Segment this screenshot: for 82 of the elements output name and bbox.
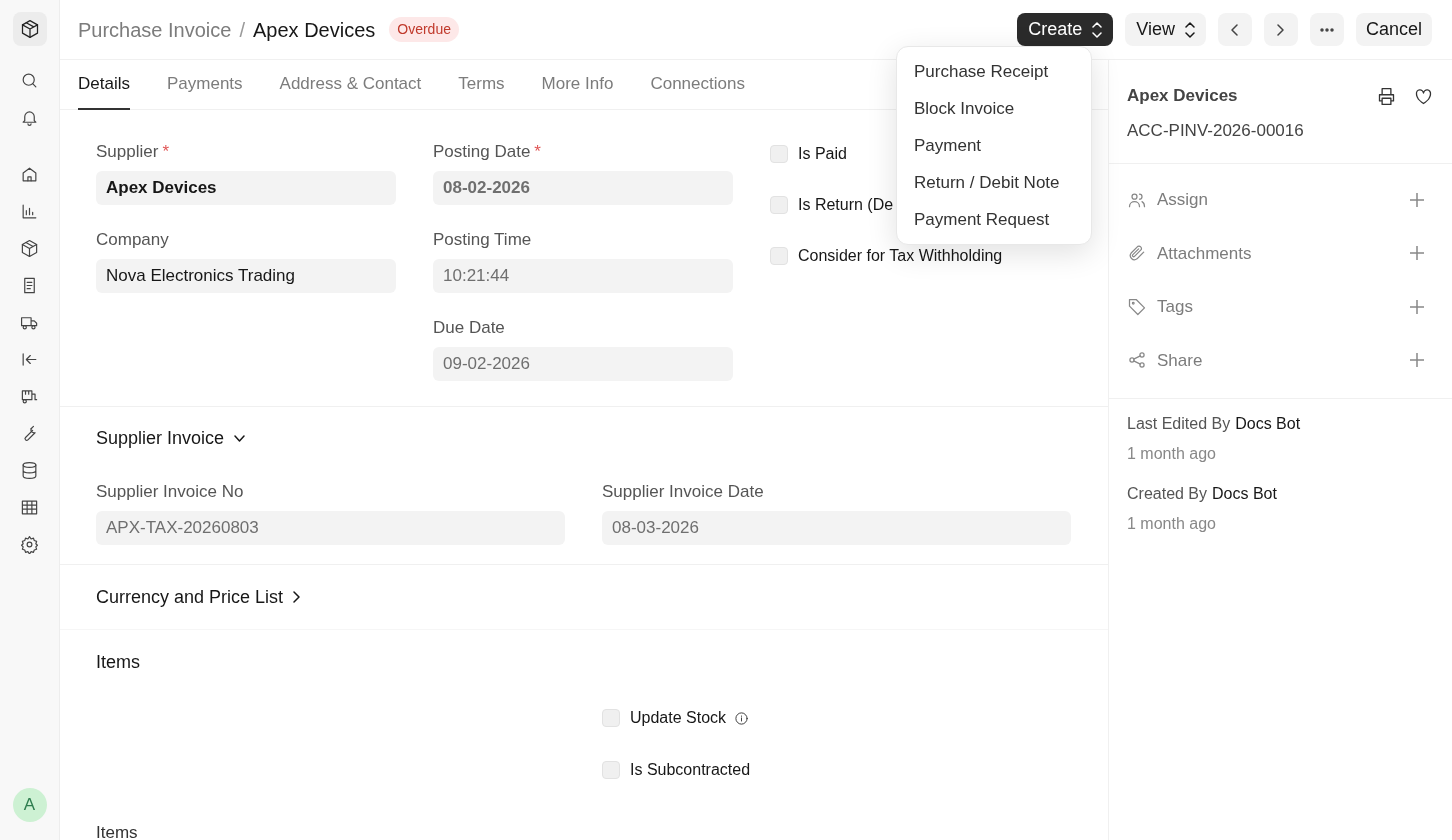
tab[interactable]: Terms (458, 60, 505, 110)
activity-label: Created By (1127, 484, 1208, 504)
checkbox-label: Is Paid (798, 144, 847, 164)
activity-label: Last Edited By (1127, 414, 1231, 434)
app-logo[interactable] (12, 12, 47, 46)
tag-icon (1127, 296, 1147, 317)
cube-icon[interactable] (20, 239, 39, 258)
checkbox-label: Consider for Tax Withholding (798, 246, 1003, 266)
field-label: Supplier Invoice No (96, 482, 244, 502)
page-title: Apex Devices (253, 17, 376, 43)
input-field[interactable]: 09-02-2026 (433, 347, 733, 381)
table-icon[interactable] (20, 498, 39, 517)
timestamp: 1 month ago (1127, 444, 1217, 464)
required-mark: * (534, 142, 541, 162)
home-icon[interactable] (20, 165, 39, 184)
status-badge: Overdue (389, 17, 459, 42)
more-icon (1319, 27, 1334, 32)
chevron-left-icon (1231, 23, 1239, 36)
create-button[interactable]: Create (1017, 13, 1114, 46)
cancel-button[interactable]: Cancel (1355, 13, 1432, 46)
tab[interactable]: Details (78, 60, 130, 110)
attribute-label[interactable]: Assign (1157, 187, 1410, 213)
search-icon[interactable] (20, 71, 39, 90)
attribute-label[interactable]: Attachments (1157, 240, 1410, 266)
checkbox[interactable] (770, 196, 788, 214)
input-field[interactable]: 10:21:44 (433, 259, 733, 293)
timestamp: 1 month ago (1127, 514, 1217, 534)
attribute-label[interactable]: Share (1157, 347, 1410, 373)
chevron-updown-icon (1092, 21, 1103, 38)
printer-icon[interactable] (1376, 85, 1397, 107)
menu-item[interactable]: Return / Debit Note (897, 164, 1091, 201)
user-name[interactable]: Docs Bot (1212, 483, 1277, 505)
input-field[interactable]: Nova Electronics Trading (96, 259, 396, 293)
input-field[interactable]: 08-02-2026 (433, 171, 733, 205)
next-button[interactable] (1263, 13, 1298, 46)
checkbox[interactable] (602, 761, 620, 779)
checkbox[interactable] (770, 145, 788, 163)
input-field[interactable]: APX-TAX-20260803 (96, 511, 565, 545)
more-button[interactable] (1309, 13, 1344, 46)
section-title[interactable]: Currency and Price List (96, 583, 284, 611)
share-icon (1127, 350, 1147, 371)
field-label: Due Date (433, 318, 505, 338)
field-label: Items (96, 822, 139, 840)
checkbox[interactable] (602, 709, 620, 727)
document-id: ACC-PINV-2026-00016 (1127, 120, 1305, 142)
view-button[interactable]: View (1125, 13, 1206, 46)
menu-item[interactable]: Payment Request (897, 201, 1091, 238)
previous-button[interactable] (1217, 13, 1252, 46)
breadcrumb-separator: / (239, 17, 245, 43)
input-field[interactable]: Apex Devices (96, 171, 396, 205)
tab[interactable]: Connections (650, 60, 745, 110)
arrow-left-bar-icon[interactable] (20, 350, 39, 369)
required-mark: * (162, 142, 169, 162)
field-label: Supplier Invoice Date (602, 482, 764, 502)
breadcrumb-link[interactable]: Purchase Invoice (78, 14, 232, 45)
menu-item[interactable]: Payment (897, 127, 1091, 164)
bar-chart-icon[interactable] (20, 202, 39, 221)
menu-item[interactable]: Block Invoice (897, 90, 1091, 127)
bell-icon[interactable] (20, 108, 39, 127)
chevron-updown-icon (1184, 21, 1195, 38)
attribute-label[interactable]: Tags (1157, 294, 1410, 320)
field-label: Posting Time (433, 230, 532, 250)
database-icon[interactable] (20, 461, 39, 480)
tab[interactable]: Address & Contact (279, 60, 422, 110)
settings-icon[interactable] (20, 535, 39, 554)
menu-item[interactable]: Purchase Receipt (897, 53, 1091, 90)
checkbox-label: Is Return (De (798, 195, 894, 215)
tab[interactable]: More Info (541, 60, 614, 110)
tab[interactable]: Payments (166, 60, 243, 110)
section-title[interactable]: Items (96, 648, 140, 676)
user-avatar[interactable]: A (12, 788, 47, 822)
input-field[interactable]: 08-03-2026 (602, 511, 1071, 545)
section-title[interactable]: Supplier Invoice (96, 424, 225, 452)
checkbox[interactable] (770, 247, 788, 265)
field-label: Supplier (96, 142, 159, 162)
document-title: Apex Devices (1127, 85, 1238, 108)
checkbox-label: Update Stock (630, 708, 727, 728)
field-label: Posting Date (433, 142, 531, 162)
chevron-right-icon (1277, 23, 1285, 36)
user-name[interactable]: Docs Bot (1235, 413, 1301, 435)
checkbox-label: Is Subcontracted (630, 760, 751, 780)
field-label: Company (96, 230, 169, 250)
